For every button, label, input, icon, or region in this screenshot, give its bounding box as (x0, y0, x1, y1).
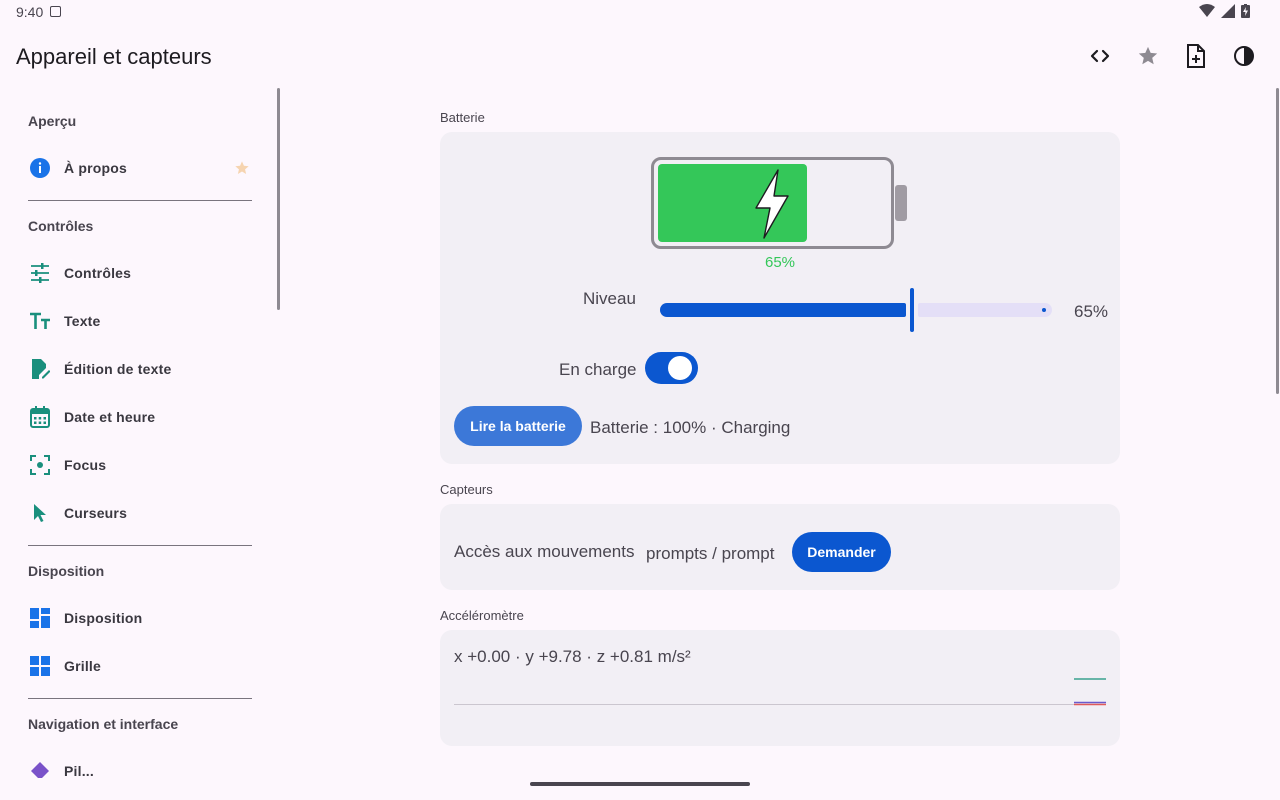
charging-switch[interactable] (645, 352, 698, 384)
sidebar-item-edition-texte[interactable]: Édition de texte (28, 349, 254, 389)
sidebar-item-texte[interactable]: Texte (28, 301, 254, 341)
battery-percent: 65% (764, 254, 796, 271)
favorite-button[interactable] (1132, 40, 1164, 72)
app-bar-actions (1084, 40, 1260, 72)
focus-icon (28, 453, 52, 477)
sidebar-item-pil[interactable]: Pil... (28, 751, 254, 778)
sidebar-item-a-propos[interactable]: À propos (28, 148, 254, 188)
sidebar-item-focus[interactable]: Focus (28, 445, 254, 485)
accelerometer-graph-traces (1074, 678, 1106, 706)
sidebar-item-label: Édition de texte (64, 361, 172, 377)
sidebar-item-label: Disposition (64, 610, 143, 626)
sidebar-item-label: Focus (64, 457, 107, 473)
info-icon (28, 156, 52, 180)
section-header-apercu: Aperçu (28, 113, 77, 129)
main-scrollbar[interactable] (1276, 88, 1279, 394)
grid-icon (28, 654, 52, 678)
status-bar: 9:40 (0, 0, 1280, 24)
code-button[interactable] (1084, 40, 1116, 72)
sidebar-item-date-heure[interactable]: Date et heure (28, 397, 254, 437)
sidebar-divider (28, 545, 252, 546)
motion-access-label: Accès aux mouvements (454, 542, 635, 561)
sidebar-item-disposition[interactable]: Disposition (28, 598, 254, 638)
section-header-disposition: Disposition (28, 563, 105, 579)
code-icon (1090, 49, 1110, 63)
switch-thumb (668, 356, 692, 380)
signal-icon (1221, 4, 1235, 18)
battery-graphic (651, 157, 894, 249)
sensors-card: Accès aux mouvements prompts / prompt De… (440, 504, 1120, 590)
contrast-button[interactable] (1228, 40, 1260, 72)
accelerometer-card: x +0.00 · y +9.78 · z +0.81 m/s² (440, 630, 1120, 746)
status-icons (1199, 4, 1250, 18)
page-title: Appareil et capteurs (16, 44, 212, 69)
motion-access-status: prompts / prompt (646, 544, 775, 563)
edit-document-icon (28, 357, 52, 381)
contrast-icon (1234, 46, 1254, 66)
level-label: Niveau (583, 289, 636, 308)
sidebar-item-label: Pil... (64, 763, 94, 778)
diamond-icon (28, 759, 52, 778)
battery-status-icon (1241, 4, 1250, 18)
sidebar-item-label: À propos (64, 160, 128, 176)
battery-section-label: Batterie (440, 110, 485, 125)
wifi-icon (1199, 4, 1215, 17)
star-icon (1138, 46, 1158, 65)
sidebar-item-label: Texte (64, 313, 101, 329)
request-button[interactable]: Demander (792, 532, 891, 572)
add-document-button[interactable] (1180, 40, 1212, 72)
charging-label: En charge (559, 360, 637, 379)
sidebar-item-curseurs[interactable]: Curseurs (28, 493, 254, 533)
text-format-icon (28, 309, 52, 333)
sidebar-item-controles[interactable]: Contrôles (28, 253, 254, 293)
sensors-section-label: Capteurs (440, 482, 493, 497)
accelerometer-section-label: Accéléromètre (440, 608, 524, 623)
dashboard-icon (28, 606, 52, 630)
slider-inactive-track (918, 303, 1052, 317)
favorite-star-icon (234, 160, 250, 181)
cursor-icon (28, 501, 52, 525)
notification-icon (50, 6, 61, 17)
battery-card: 65% Niveau 65% En charge Lire la batteri… (440, 132, 1120, 464)
sidebar-item-grille[interactable]: Grille (28, 646, 254, 686)
level-value: 65% (1074, 302, 1109, 321)
sidebar-item-label: Curseurs (64, 505, 128, 521)
read-battery-button[interactable]: Lire la batterie (454, 406, 582, 446)
battery-status: Batterie : 100% · Charging (590, 418, 791, 437)
sidebar-nav: Aperçu À propos Contrôles Contrôles Text… (0, 88, 282, 778)
status-time: 9:40 (16, 4, 44, 20)
sidebar-scrollbar[interactable] (277, 88, 280, 310)
section-header-navigation: Navigation et interface (28, 716, 179, 732)
slider-handle[interactable] (910, 288, 914, 332)
add-document-icon (1187, 44, 1205, 68)
sidebar-item-label: Contrôles (64, 265, 132, 281)
slider-active-track (660, 303, 906, 317)
slider-stop-indicator (1042, 308, 1046, 312)
gesture-navigation-bar[interactable] (530, 782, 750, 786)
sidebar-item-label: Date et heure (64, 409, 156, 425)
battery-terminal (895, 185, 907, 221)
section-header-controles: Contrôles (28, 218, 94, 234)
sidebar-item-label: Grille (64, 658, 101, 674)
tune-icon (28, 261, 52, 285)
sidebar-divider (28, 200, 252, 201)
accelerometer-graph-baseline (454, 704, 1074, 705)
calendar-icon (28, 405, 52, 429)
sidebar-divider (28, 698, 252, 699)
accelerometer-reading: x +0.00 · y +9.78 · z +0.81 m/s² (454, 647, 691, 666)
lightning-icon (755, 169, 789, 239)
